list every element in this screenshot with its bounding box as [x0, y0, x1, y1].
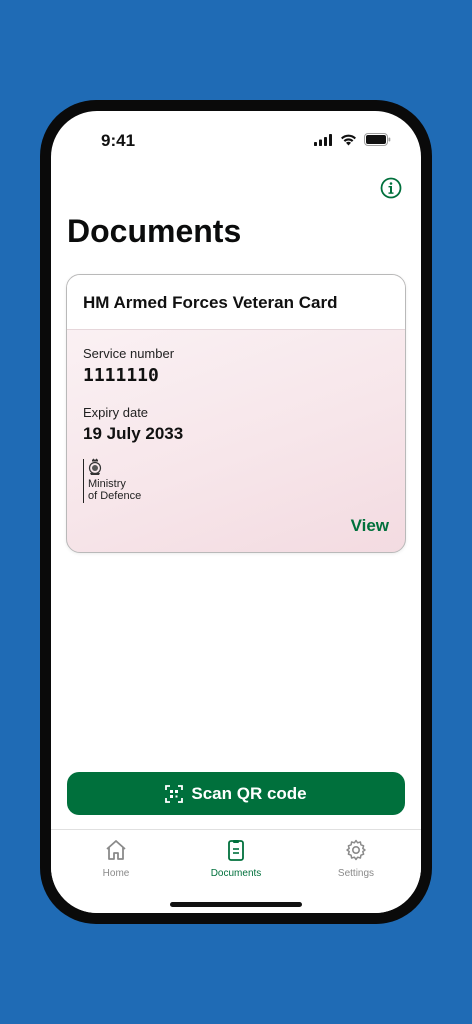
home-icon — [106, 840, 126, 860]
service-number-value: 1111110 — [83, 365, 159, 386]
view-card-link[interactable]: View — [351, 516, 389, 536]
cellular-signal-icon — [314, 133, 332, 146]
tab-home[interactable]: Home — [61, 838, 171, 879]
tab-documents-label: Documents — [210, 868, 262, 879]
home-indicator — [170, 902, 302, 907]
info-icon — [380, 177, 402, 199]
tab-home-label: Home — [102, 868, 130, 879]
tab-settings[interactable]: Settings — [301, 838, 411, 879]
scan-qr-button[interactable]: Scan QR code — [67, 772, 405, 815]
ministry-of-defence-logo: Ministry of Defence — [83, 458, 389, 503]
issuer-line-1: Ministry — [88, 478, 126, 490]
app-screen: 9:41 Documents HM Armed Forces Veteran C… — [51, 111, 421, 913]
status-bar: 9:41 — [51, 111, 421, 171]
wifi-icon — [341, 134, 356, 145]
card-body: Service number 1111110 Expiry date 19 Ju… — [67, 330, 405, 503]
service-number-label: Service number — [83, 346, 175, 361]
battery-icon — [364, 133, 391, 146]
info-button[interactable] — [379, 176, 403, 200]
expiry-block: Expiry date 19 July 2033 — [83, 405, 389, 444]
document-icon — [228, 840, 244, 861]
veteran-card[interactable]: HM Armed Forces Veteran Card Service num… — [66, 274, 406, 553]
tab-bar: Home Documents Settings — [51, 829, 421, 913]
status-time: 9:41 — [101, 131, 136, 150]
page-title: Documents — [67, 213, 242, 249]
crest-icon — [88, 458, 102, 475]
logo-divider — [83, 459, 84, 503]
qr-scan-icon — [165, 784, 184, 803]
card-header: HM Armed Forces Veteran Card — [67, 275, 405, 330]
gear-icon — [346, 839, 366, 861]
tab-settings-label: Settings — [337, 868, 375, 879]
expiry-date-value: 19 July 2033 — [83, 424, 184, 443]
card-title: HM Armed Forces Veteran Card — [83, 293, 338, 312]
status-icons — [314, 133, 391, 146]
logo-stack: Ministry of Defence — [88, 458, 141, 502]
tab-documents[interactable]: Documents — [181, 838, 291, 879]
expiry-date-label: Expiry date — [83, 405, 149, 420]
scan-qr-label: Scan QR code — [191, 783, 307, 803]
issuer-line-2: of Defence — [88, 490, 142, 502]
phone-frame: 9:41 Documents HM Armed Forces Veteran C… — [40, 100, 432, 924]
